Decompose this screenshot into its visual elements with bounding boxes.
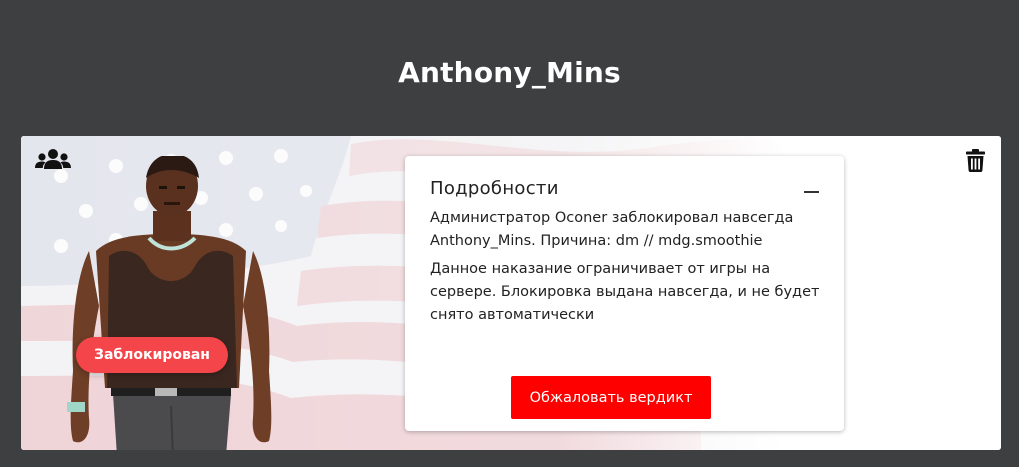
- minus-icon[interactable]: [804, 191, 819, 193]
- character-skin-image: [67, 156, 272, 450]
- status-badge: Заблокирован: [76, 337, 228, 373]
- details-panel: Подробности Администратор Oconer заблоки…: [405, 156, 844, 431]
- details-title: Подробности: [430, 178, 559, 199]
- punishment-card: Заблокирован Подробности Администратор O…: [21, 136, 1001, 450]
- punishment-description: Администратор Oconer заблокировал навсег…: [430, 210, 794, 249]
- punishment-effect-text: Данное наказание ограничивает от игры на…: [430, 261, 820, 323]
- punishment-page: Anthony_Mins Заблокирован Подробности Ад…: [0, 0, 1019, 467]
- player-name-title: Anthony_Mins: [398, 56, 621, 89]
- appeal-verdict-button[interactable]: Обжаловать вердикт: [511, 376, 711, 419]
- trash-icon[interactable]: [966, 149, 985, 172]
